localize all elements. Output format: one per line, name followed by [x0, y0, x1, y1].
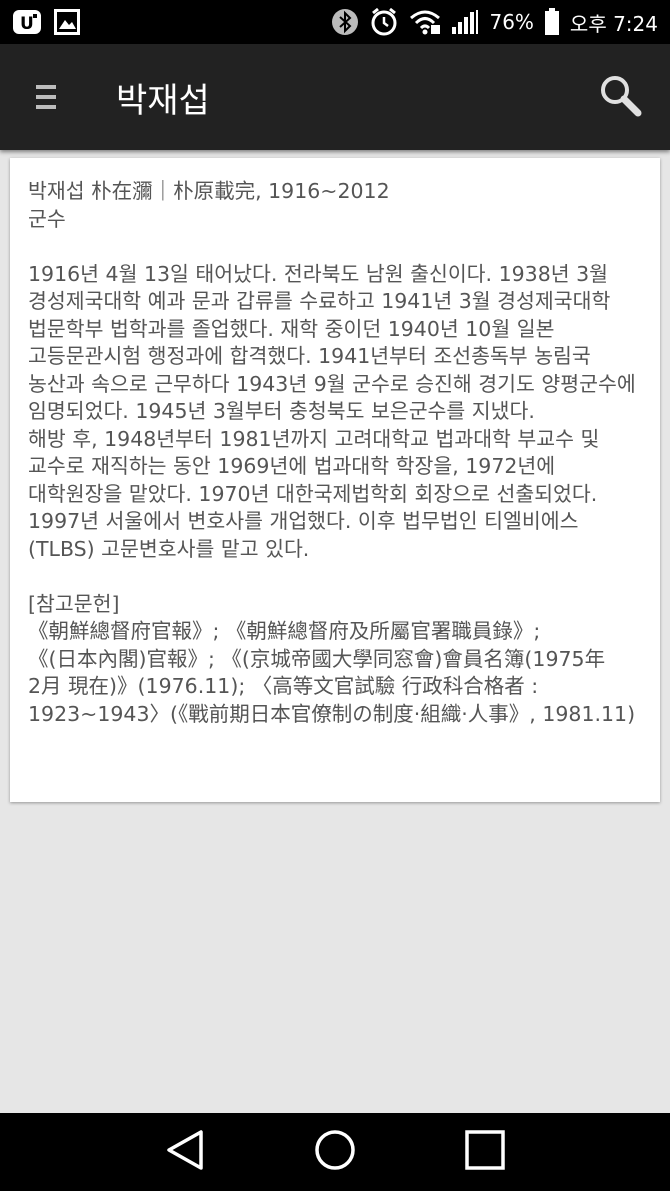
home-circle-icon: [313, 1128, 357, 1176]
battery-icon: [544, 8, 560, 36]
search-button[interactable]: [592, 69, 648, 125]
svg-text:U: U: [20, 14, 34, 34]
status-bar: U 76% 오후 7:24: [0, 0, 670, 44]
gallery-icon: [54, 9, 80, 35]
status-right-icons: 76% 오후 7:24: [331, 7, 658, 37]
alarm-icon: [369, 7, 399, 37]
home-button[interactable]: [305, 1122, 365, 1182]
back-triangle-icon: [165, 1129, 205, 1175]
article-body: 1916년 4월 13일 태어났다. 전라북도 남원 출신이다. 1938년 3…: [28, 261, 636, 561]
app-bar: 박재섭: [0, 44, 670, 150]
references-text: 《朝鮮總督府官報》; 《朝鮮總督府及所屬官署職員錄》; 《(日本內閣)官報》; …: [28, 619, 636, 726]
recents-button[interactable]: [455, 1122, 515, 1182]
status-left-icons: U: [12, 8, 80, 36]
battery-percent: 76%: [489, 10, 534, 34]
status-time: 오후 7:24: [569, 11, 658, 36]
carrier-logo-icon: U: [12, 8, 42, 36]
wifi-icon: [409, 9, 441, 35]
search-icon: [598, 73, 642, 121]
article-card: 박재섭 朴在瀰｜朴原載完, 1916~2012 군수 1916년 4월 13일 …: [10, 158, 660, 802]
recents-square-icon: [464, 1129, 506, 1175]
navigation-bar: [0, 1113, 670, 1191]
page-title: 박재섭: [116, 80, 210, 121]
article-heading: 박재섭 朴在瀰｜朴原載完, 1916~2012 군수: [28, 179, 390, 231]
references-label: [참고문헌]: [28, 591, 120, 616]
menu-icon[interactable]: [22, 73, 70, 121]
signal-icon: [451, 9, 479, 35]
bluetooth-icon: [331, 8, 359, 36]
back-button[interactable]: [155, 1122, 215, 1182]
